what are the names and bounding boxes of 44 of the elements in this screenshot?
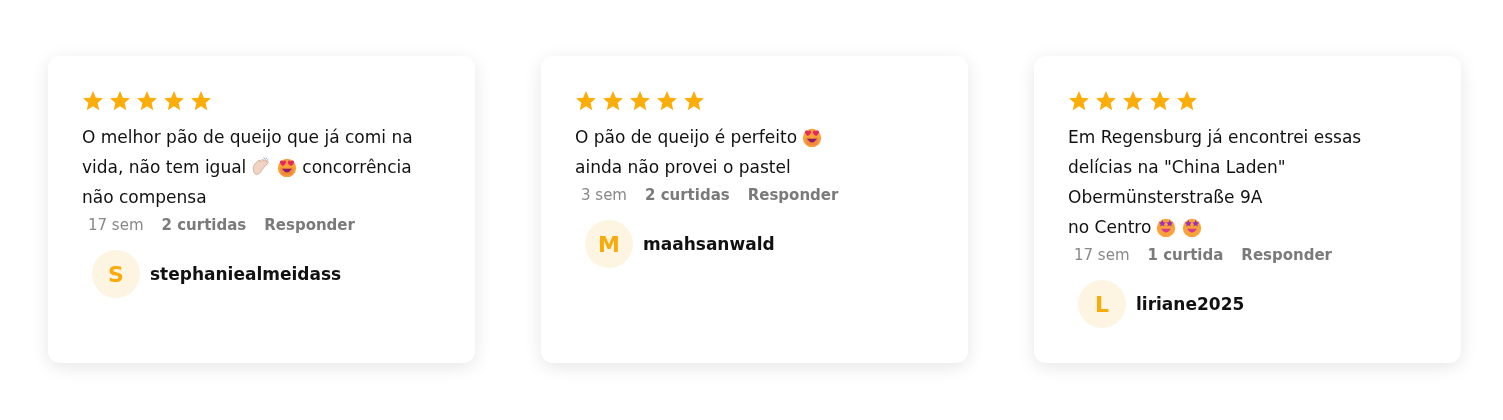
likes-count: 2 curtidas xyxy=(161,216,247,234)
star-icon xyxy=(629,90,651,112)
star-eyes-emoji-icon xyxy=(1181,216,1204,238)
star-icon xyxy=(683,90,705,112)
reply-link[interactable]: Responder xyxy=(264,216,355,234)
star-icon xyxy=(190,90,212,112)
star-icon xyxy=(109,90,131,112)
star-icon xyxy=(1176,90,1198,112)
username: liriane2025 xyxy=(1136,294,1245,314)
heart-eyes-emoji-icon xyxy=(276,156,299,178)
star-icon xyxy=(575,90,597,112)
star-icon xyxy=(136,90,158,112)
comment-text: ainda não provei o pastel xyxy=(575,156,791,179)
comment-text: no Centro xyxy=(1068,216,1152,239)
comment-text: O pão de queijo é perfeito xyxy=(575,126,798,149)
user-avatar: M xyxy=(585,220,633,268)
star-icon xyxy=(656,90,678,112)
comment-text: Em Regensburg já encontrei essas xyxy=(1068,126,1362,149)
comment-text: não compensa xyxy=(82,186,207,209)
star-icon xyxy=(1149,90,1171,112)
reply-link[interactable]: Responder xyxy=(1241,246,1332,264)
star-icon xyxy=(82,90,104,112)
star-icon xyxy=(1095,90,1117,112)
star-icon xyxy=(1068,90,1090,112)
user-avatar: L xyxy=(1078,280,1126,328)
star-icon xyxy=(602,90,624,112)
star-icon xyxy=(163,90,185,112)
user-avatar: S xyxy=(92,250,140,298)
star-eyes-emoji-icon xyxy=(1155,216,1178,238)
star-icon xyxy=(1122,90,1144,112)
comment-text: concorrência xyxy=(302,156,412,179)
comment-text: Obermünsterstraße 9A xyxy=(1068,186,1263,209)
comment-time: 17 sem xyxy=(88,216,144,234)
likes-count: 2 curtidas xyxy=(644,186,730,204)
heart-eyes-emoji-icon xyxy=(801,126,824,148)
comment-time: 17 sem xyxy=(1074,246,1130,264)
comment-text: vida, não tem igual xyxy=(82,156,247,179)
reply-link[interactable]: Responder xyxy=(747,186,839,204)
comment-text: delícias na "China Laden" xyxy=(1068,156,1286,179)
username: stephaniealmeidass xyxy=(150,264,342,284)
username: maahsanwald xyxy=(643,234,775,254)
likes-count: 1 curtida xyxy=(1147,246,1224,264)
comment-text: O melhor pão de queijo que já comi na xyxy=(82,126,413,149)
comment-time: 3 sem xyxy=(581,186,627,204)
